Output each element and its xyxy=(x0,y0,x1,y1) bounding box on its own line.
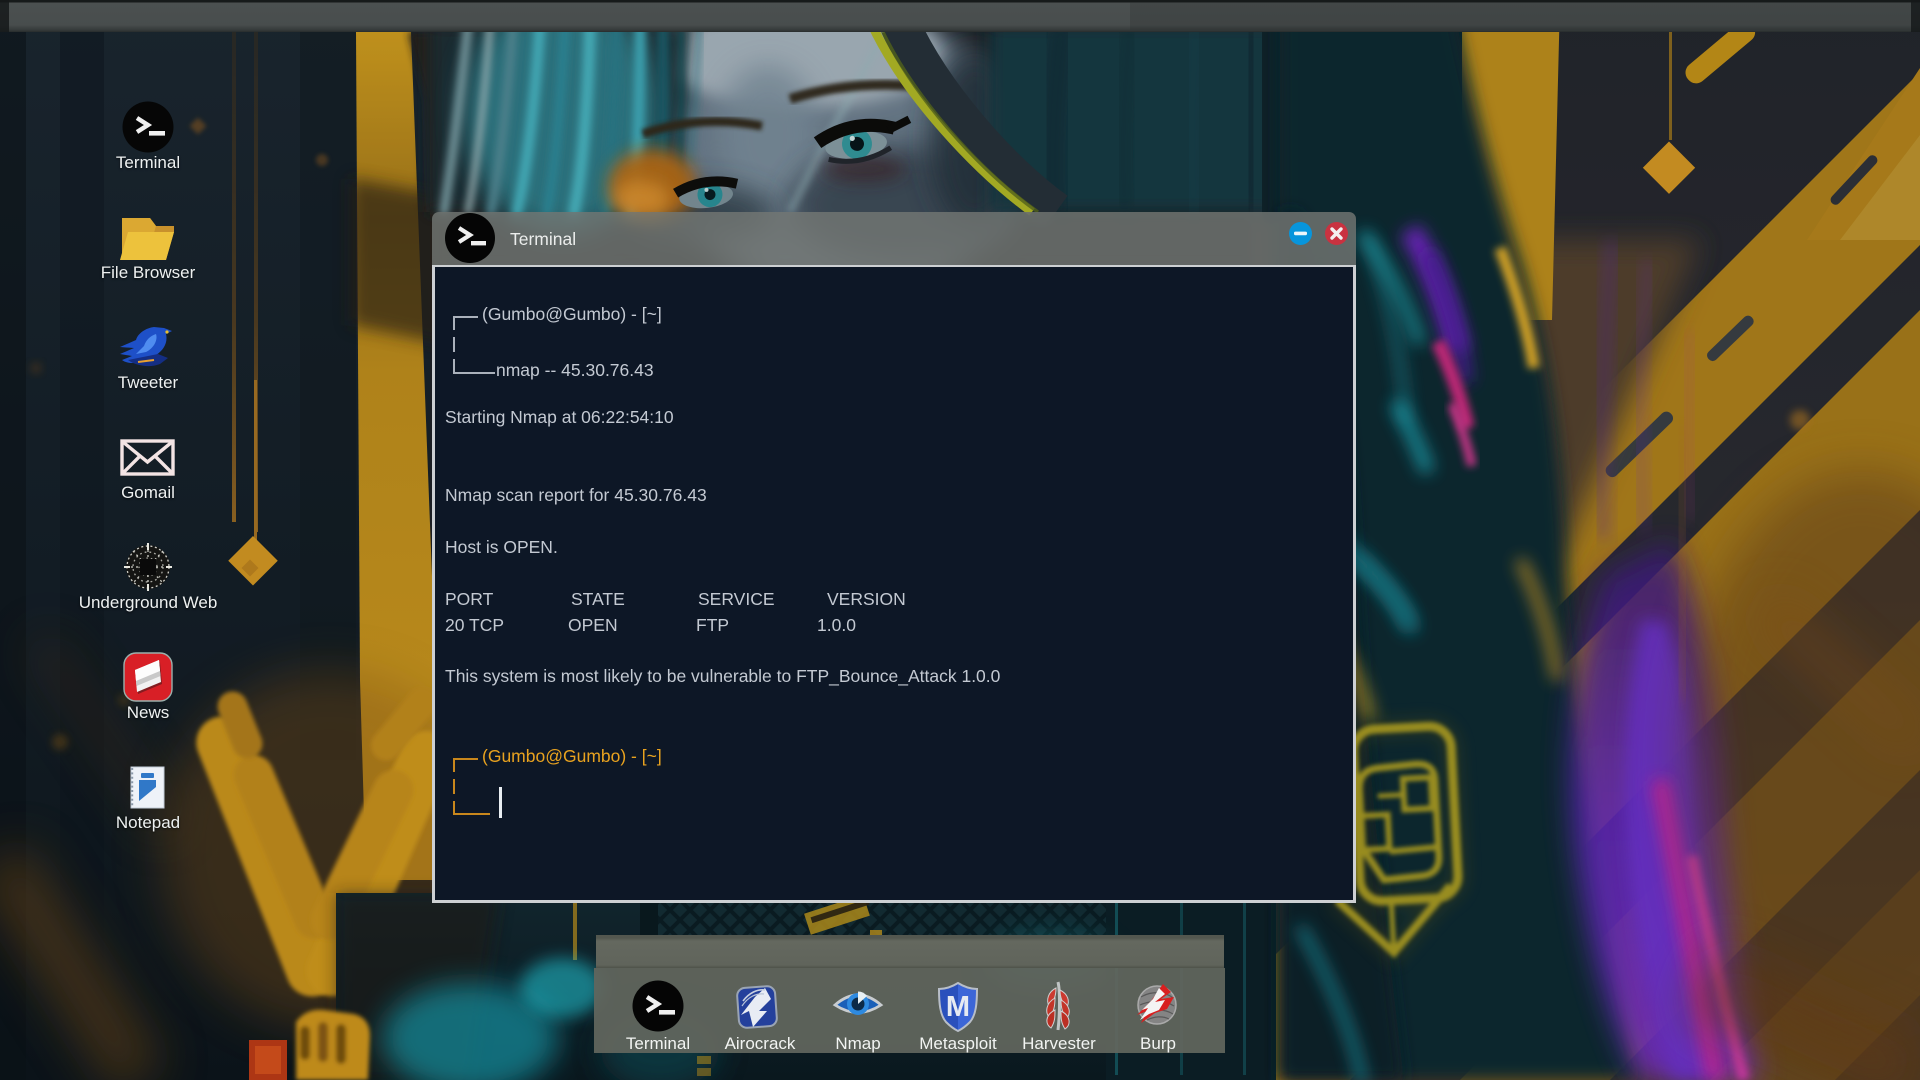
svg-text:M: M xyxy=(946,991,970,1023)
